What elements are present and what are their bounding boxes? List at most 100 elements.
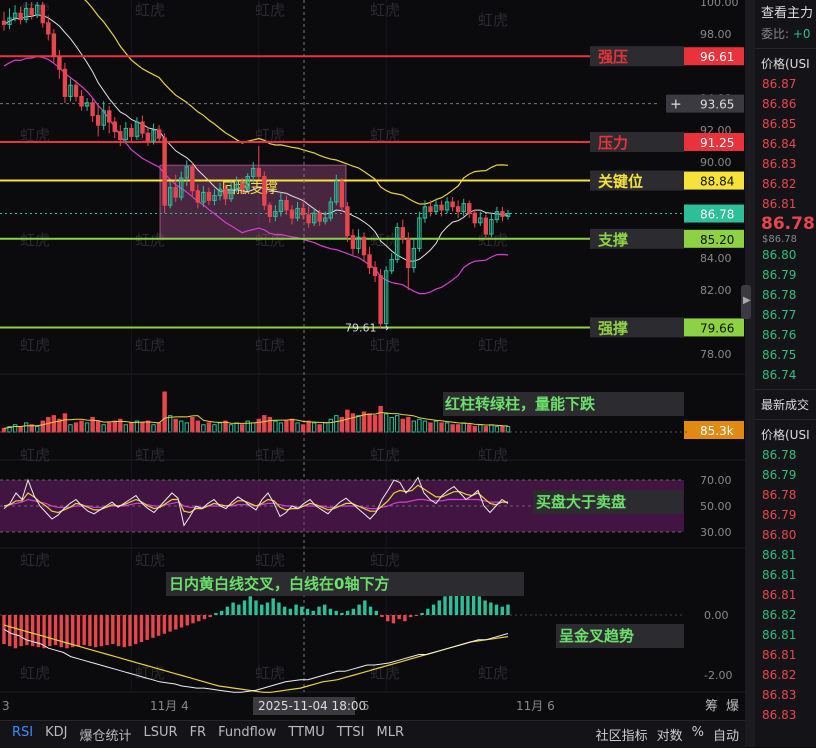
side-title[interactable]: 查看主力 bbox=[755, 0, 816, 23]
trade-price: 86.78 bbox=[762, 488, 797, 502]
candle-body bbox=[90, 102, 95, 117]
volume-bar bbox=[400, 418, 405, 433]
last-price: 86.78 bbox=[761, 214, 815, 234]
candle-body bbox=[361, 236, 367, 256]
macd-histogram-bar bbox=[185, 615, 189, 626]
toolbar-item-3[interactable]: 自动 bbox=[713, 725, 739, 744]
trade-price: 86.83 bbox=[762, 708, 797, 722]
macd-tick: 0.00 bbox=[704, 609, 729, 622]
watermark: 虹虎 bbox=[20, 551, 50, 569]
tab-mlr[interactable]: MLR bbox=[377, 725, 405, 744]
last-price-usd: $86.78 bbox=[762, 234, 797, 245]
ask-list: 86.87 86.86 86.85 86.84 86.83 86.82 86.81 bbox=[755, 74, 816, 214]
volume-label: 85.3k bbox=[700, 424, 734, 438]
volume-bar bbox=[472, 426, 477, 433]
tab-fr[interactable]: FR bbox=[190, 725, 207, 744]
volume-bar bbox=[129, 422, 134, 433]
tab-rsi[interactable]: RSI bbox=[12, 725, 33, 744]
macd-histogram-bar bbox=[42, 615, 46, 649]
x-tick: 3 bbox=[2, 699, 10, 713]
macd-histogram-bar bbox=[288, 608, 293, 615]
candle-body bbox=[500, 211, 505, 217]
level-label: 关键位 bbox=[598, 173, 643, 191]
volume-bar bbox=[140, 422, 145, 433]
candle-body bbox=[57, 55, 62, 70]
tab-fundflow[interactable]: Fundflow bbox=[218, 725, 276, 744]
volume-bar bbox=[300, 424, 306, 433]
trade-price: 86.81 bbox=[762, 588, 797, 602]
ask-price: 86.85 bbox=[762, 117, 797, 131]
macd-histogram-bar bbox=[363, 600, 367, 615]
toolbar-item-1[interactable]: 对数 bbox=[657, 725, 683, 744]
macd-histogram-bar bbox=[139, 615, 144, 642]
tab-lsur[interactable]: LSUR bbox=[144, 725, 178, 744]
macd-histogram-bar bbox=[282, 606, 287, 615]
volume-bar bbox=[112, 420, 117, 433]
watermark: 虹虎 bbox=[135, 551, 165, 569]
trades-title: 最新成交 bbox=[761, 398, 810, 412]
candle-body bbox=[1, 20, 7, 25]
macd-histogram-bar bbox=[431, 604, 436, 615]
macd-histogram-bar bbox=[403, 615, 407, 622]
watermark: 虹虎 bbox=[255, 446, 285, 464]
macd-histogram-bar bbox=[248, 596, 252, 615]
candle-body bbox=[73, 84, 79, 97]
level-price: 91.25 bbox=[700, 136, 734, 150]
panel-divider bbox=[745, 0, 755, 747]
price-tick: 100.00 bbox=[700, 0, 739, 9]
candle-body bbox=[450, 201, 455, 208]
volume-bar bbox=[51, 415, 57, 433]
bid-price: 86.78 bbox=[762, 288, 797, 302]
macd-histogram-bar bbox=[294, 604, 298, 615]
volume-bar bbox=[190, 416, 195, 433]
trade-price: 86.82 bbox=[762, 608, 797, 622]
current-price: 86.78 bbox=[700, 208, 734, 222]
volume-bar bbox=[439, 422, 444, 433]
bid-price: 86.80 bbox=[762, 248, 797, 262]
trade-price: 86.81 bbox=[762, 568, 797, 582]
candle-body bbox=[339, 180, 345, 208]
crosshair-plus-icon: + bbox=[670, 97, 682, 113]
macd-histogram-bar bbox=[340, 612, 344, 615]
macd-histogram-bar bbox=[174, 615, 178, 630]
level-label: 支撑 bbox=[597, 231, 628, 249]
volume-bar bbox=[306, 420, 311, 433]
price-tick: 78.00 bbox=[700, 348, 732, 361]
macd-histogram-bar bbox=[82, 615, 86, 646]
level-label: 强压 bbox=[598, 48, 628, 66]
tab-ttsi[interactable]: TTSI bbox=[337, 725, 365, 744]
macd-histogram-bar bbox=[48, 615, 52, 647]
candle-body bbox=[223, 188, 228, 200]
level-label: 压力 bbox=[598, 134, 628, 152]
candle-body bbox=[156, 129, 162, 139]
candle-body bbox=[289, 209, 295, 219]
macd-histogram-bar bbox=[408, 615, 413, 618]
bid-price: 86.74 bbox=[762, 368, 797, 382]
volume-bar bbox=[406, 416, 411, 433]
chart-background bbox=[0, 0, 745, 720]
candle-body bbox=[206, 191, 212, 201]
candle-body bbox=[406, 238, 411, 269]
tab-kdj[interactable]: KDJ bbox=[45, 725, 67, 744]
macd-histogram-bar bbox=[231, 602, 235, 615]
volume-bar bbox=[262, 415, 267, 433]
volume-bar bbox=[372, 415, 378, 433]
watermark: 虹虎 bbox=[370, 551, 400, 569]
macd-histogram-bar bbox=[374, 610, 378, 615]
volume-bar bbox=[1, 427, 7, 433]
candle-body bbox=[472, 212, 477, 224]
price-chart[interactable]: 虹虎 虹虎 虹虎 虹虎虹虎虹虎 虹虎 虹虎虹虎 虹虎 虹虎 虹虎 虹虎虹虎 虹虎 虹虎 虹虎 虹虎虹虎 虹虎… bbox=[0, 0, 745, 720]
toolbar-item-0[interactable]: 社区指标 bbox=[596, 725, 648, 744]
candle-body bbox=[18, 12, 23, 21]
collapse-handle[interactable]: ▶ bbox=[741, 285, 751, 319]
candle-body bbox=[51, 33, 57, 57]
trade-list: 86.78 86.79 86.78 86.79 86.80 86.81 86.81 86.81… bbox=[755, 445, 816, 725]
macd-histogram-bar bbox=[168, 615, 172, 632]
tab-ttmu[interactable]: TTMU bbox=[288, 725, 324, 744]
toolbar-item-2[interactable]: % bbox=[692, 725, 704, 744]
macd-histogram-bar bbox=[386, 615, 390, 622]
price-tick: 98.00 bbox=[700, 28, 732, 41]
candle-body bbox=[284, 199, 289, 211]
watermark: 虹虎 bbox=[255, 336, 285, 354]
tab-爆仓统计[interactable]: 爆仓统计 bbox=[80, 725, 132, 744]
